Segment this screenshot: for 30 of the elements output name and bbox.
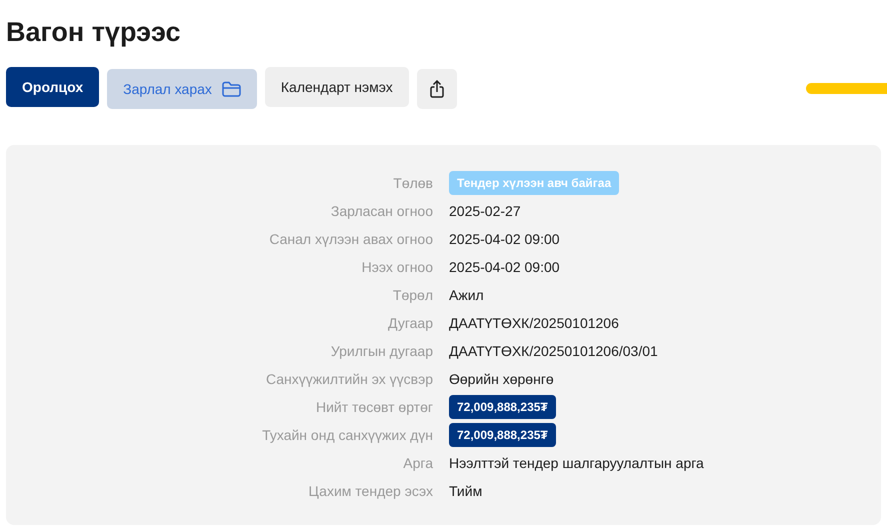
detail-label: Цахим тендер эсэх — [308, 482, 433, 501]
detail-value: Өөрийн хөрөнгө — [449, 370, 554, 389]
detail-value: 2025-04-02 09:00 — [449, 230, 560, 249]
add-to-calendar-button[interactable]: Календарт нэмэх — [264, 67, 409, 107]
detail-value: Тийм — [449, 482, 482, 501]
detail-label: Нээх огноо — [360, 258, 433, 277]
detail-label: Тухайн онд санхүүжих дүн — [261, 426, 433, 445]
detail-value: Нээлттэй тендер шалгаруулалтын арга — [449, 454, 704, 473]
detail-label: Зарласан огноо — [330, 202, 433, 221]
detail-label: Төрөл — [392, 286, 433, 305]
participate-button[interactable]: Оролцох — [6, 67, 100, 107]
share-icon — [430, 80, 444, 98]
detail-label: Арга — [402, 454, 433, 473]
detail-label: Нийт төсөвт өртөг — [314, 398, 433, 417]
detail-label: Санал хүлээн авах огноо — [268, 230, 433, 249]
detail-label: Санхүүжилтийн эх үүсвэр — [264, 370, 433, 389]
detail-value: ДААТҮТӨХК/20250101206 — [449, 314, 619, 333]
amount-badge: 72,009,888,235₮ — [449, 423, 556, 447]
page-title: Вагон түрээс — [6, 16, 182, 49]
detail-value: ДААТҮТӨХК/20250101206/03/01 — [449, 342, 658, 361]
share-button[interactable] — [416, 69, 457, 109]
detail-label: Урилгын дугаар — [330, 342, 433, 361]
detail-label: Дугаар — [387, 314, 433, 333]
detail-value: 2025-02-27 — [449, 202, 521, 221]
detail-label: Төлөв — [392, 174, 433, 193]
detail-value: 2025-04-02 09:00 — [449, 258, 560, 277]
amount-badge: 72,009,888,235₮ — [449, 395, 556, 419]
folder-icon — [222, 81, 241, 97]
status-badge: Тендер хүлээн авч байгаа — [449, 171, 620, 195]
detail-value: Ажил — [449, 286, 484, 305]
